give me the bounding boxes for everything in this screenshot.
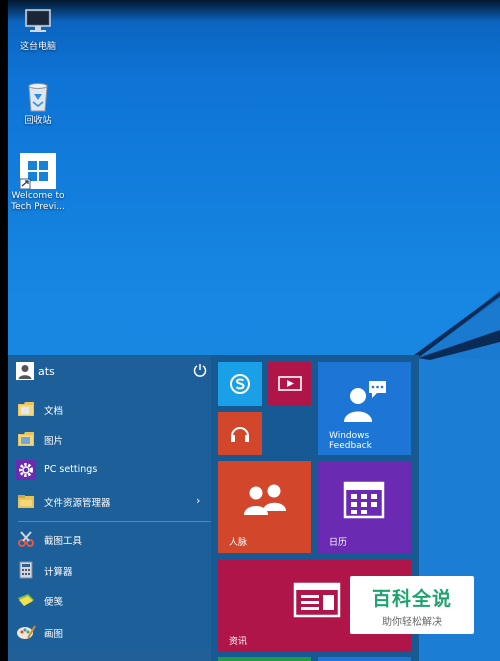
menu-item-label: 截图工具 (44, 536, 83, 547)
menu-item-label: 文件资源管理器 (44, 498, 111, 509)
menu-item-label: PC settings (44, 464, 98, 475)
people-icon (241, 481, 289, 524)
computer-icon (20, 4, 56, 40)
tile-label: Windows Feedback (329, 431, 372, 451)
skype-icon (229, 373, 251, 398)
menu-item-label: 计算器 (44, 567, 73, 578)
menu-item-label: 文档 (44, 406, 64, 417)
desktop: 这台电脑 回收站 Welcome to Tech Previ... ats 文档… (0, 0, 500, 661)
tile-label-line1: Windows (329, 431, 370, 441)
calendar-icon (342, 479, 386, 524)
feedback-icon (342, 378, 388, 425)
tile-people[interactable]: 人脉 (218, 461, 311, 553)
tile-feedback[interactable]: Windows Feedback (318, 362, 411, 455)
user-account[interactable]: ats (8, 355, 211, 389)
desktop-icon-recycle-bin[interactable]: 回收站 (6, 78, 70, 127)
menu-item-file-explorer[interactable]: 文件资源管理器 › (8, 486, 211, 516)
menu-item-snipping-tool[interactable]: 截图工具 (8, 524, 211, 554)
video-icon (278, 375, 302, 396)
tile-label: 资讯 (229, 637, 248, 647)
user-name: ats (38, 365, 55, 378)
desktop-icon-label-line1: Welcome to (11, 191, 65, 201)
tile-partial-blue (318, 657, 411, 661)
calculator-icon (16, 560, 36, 580)
tile-partial-green (218, 657, 311, 661)
desktop-icon-label-line2: Tech Previ... (11, 202, 65, 212)
chevron-right-icon[interactable]: › (196, 494, 200, 507)
desktop-icon-label: 回收站 (24, 116, 52, 126)
menu-item-calculator[interactable]: 计算器 (8, 555, 211, 585)
menu-item-sticky-notes[interactable]: 便笺 (8, 585, 211, 615)
file-explorer-icon (16, 491, 36, 511)
user-avatar-icon (16, 362, 34, 380)
tile-skype[interactable] (218, 362, 262, 406)
watermark-subtitle: 助你轻松解决 (382, 617, 442, 628)
desktop-icon-this-pc[interactable]: 这台电脑 (6, 4, 70, 53)
menu-item-documents[interactable]: 文档 (8, 394, 211, 424)
headphones-icon (229, 422, 251, 447)
tile-video[interactable] (268, 362, 311, 406)
tile-label-line2: Feedback (329, 441, 372, 451)
recycle-bin-icon (20, 78, 56, 114)
menu-item-pictures[interactable]: 图片 (8, 424, 211, 454)
menu-item-label: 便笺 (44, 597, 64, 608)
power-icon[interactable] (192, 362, 208, 378)
tile-calendar[interactable]: 日历 (318, 461, 411, 553)
top-shadow (0, 0, 500, 22)
tile-music[interactable] (218, 412, 262, 455)
gear-icon (16, 460, 36, 480)
windows-logo-icon (19, 153, 56, 190)
watermark-logo: 百科全说 助你轻松解决 (350, 576, 474, 634)
menu-item-paint[interactable]: 画图 (8, 617, 211, 647)
menu-separator (18, 521, 211, 522)
folder-icon (16, 429, 36, 449)
tile-label: 日历 (329, 538, 348, 548)
menu-item-label: 图片 (44, 436, 64, 447)
snipping-tool-icon (16, 529, 36, 549)
sticky-notes-icon (16, 590, 36, 610)
menu-item-label: 画图 (44, 629, 64, 640)
folder-icon (16, 399, 36, 419)
news-icon (293, 580, 343, 623)
menu-item-partial (8, 650, 211, 661)
desktop-icon-welcome[interactable]: Welcome to Tech Previ... (6, 153, 70, 213)
watermark-title: 百科全说 (371, 588, 452, 610)
menu-item-pc-settings[interactable]: PC settings (8, 455, 211, 485)
tile-label: 人脉 (229, 538, 248, 548)
start-menu-left-pane: ats 文档 图片 PC settings 文件资源管理器 › 截图工具 计算器… (8, 355, 211, 661)
desktop-icon-label: 这台电脑 (19, 42, 56, 52)
paint-icon (16, 622, 36, 642)
